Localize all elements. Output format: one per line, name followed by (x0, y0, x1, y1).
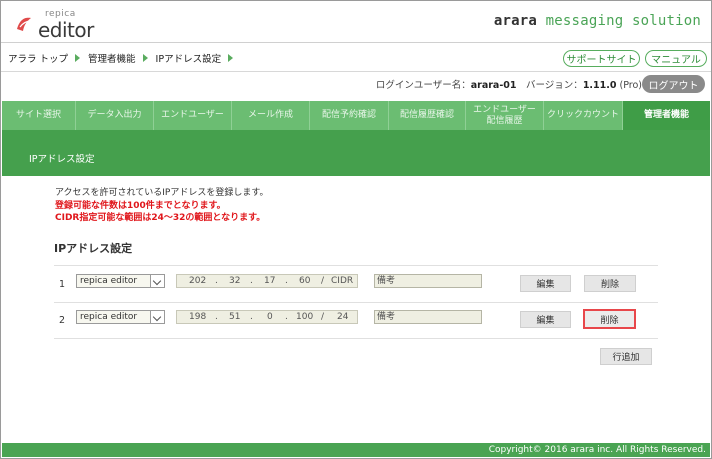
ip-address-input[interactable]: 198 . 51 . 0 . 100 / 24 (176, 310, 358, 324)
breadcrumb-arrow-icon (75, 54, 81, 62)
footer-copyright: Copyright© 2016 arara inc. All Rights Re… (2, 443, 710, 457)
ip-slash: / (321, 312, 325, 322)
intro-line-3: CIDR指定可能な範囲は24～32の範囲となります。 (55, 213, 266, 223)
login-username: arara-01 (470, 80, 517, 91)
intro-line-1: アクセスを許可されているIPアドレスを登録します。 (55, 188, 269, 198)
window-frame (0, 0, 712, 459)
edition-label: (Pro) (616, 80, 643, 91)
intro-line-2: 登録可能な件数は100件までとなります。 (55, 200, 226, 211)
tab-click-count[interactable]: クリックカウント (544, 101, 623, 130)
site-select[interactable]: repica editor (76, 310, 165, 324)
tab-site-select[interactable]: サイト選択 (2, 101, 76, 130)
subheader-bar: IPアドレス設定 (2, 130, 710, 176)
version-number: 1.11.0 (582, 80, 617, 91)
manual-button[interactable]: マニュアル (645, 50, 707, 67)
tab-end-user[interactable]: エンドユーザー (154, 101, 232, 130)
site-select-value: repica editor (80, 276, 138, 286)
logo-big-text: editor (38, 18, 94, 42)
ip-dot: . (215, 312, 218, 322)
add-row-button[interactable]: 行追加 (600, 348, 652, 365)
chevron-down-icon[interactable] (150, 275, 164, 287)
breadcrumb-arrow-icon (228, 54, 234, 62)
tab-delivery-reserve[interactable]: 配信予約確認 (310, 101, 389, 130)
repica-editor-logo[interactable]: repica editor (15, 9, 105, 42)
tab-admin[interactable]: 管理者機能 (623, 101, 710, 130)
user-info: ログインユーザー名：arara-01 バージョン：1.11.0 (Pro) (376, 77, 642, 91)
ip-dot: . (285, 312, 288, 322)
tab-delivery-history[interactable]: 配信履歴確認 (389, 101, 466, 130)
ip-slash: / (321, 276, 325, 286)
ip-dot: . (250, 276, 253, 286)
ip-octet-3[interactable]: 0 (267, 312, 273, 322)
edit-button[interactable]: 編集 (520, 311, 571, 328)
ip-octet-1[interactable]: 198 (189, 312, 206, 322)
brand-arara: arara (493, 13, 538, 29)
main-nav: サイト選択 データ入出力 エンドユーザー メール作成 配信予約確認 配信履歴確認… (2, 101, 710, 130)
tab-enduser-history[interactable]: エンドユーザー 配信履歴 (466, 101, 544, 130)
ip-octet-4[interactable]: 60 (299, 276, 310, 286)
breadcrumb-item-top[interactable]: アララ トップ (8, 51, 68, 65)
ip-octet-3[interactable]: 17 (264, 276, 275, 286)
delete-button[interactable]: 削除 (584, 275, 636, 292)
ip-cidr[interactable]: CIDR (331, 276, 353, 286)
tab-mail-create[interactable]: メール作成 (232, 101, 310, 130)
ip-dot: . (215, 276, 218, 286)
intro-text: アクセスを許可されているIPアドレスを登録します。 登録可能な件数は100件まで… (55, 187, 268, 225)
ip-octet-4[interactable]: 100 (296, 312, 313, 322)
breadcrumb-arrow-icon (142, 54, 148, 62)
breadcrumb-item-ip: IPアドレス設定 (155, 54, 222, 65)
edit-button[interactable]: 編集 (520, 275, 571, 292)
site-select[interactable]: repica editor (76, 274, 165, 288)
ip-address-input[interactable]: 202 . 32 . 17 . 60 / CIDR (176, 274, 358, 288)
logout-button[interactable]: ログアウト (642, 75, 705, 93)
breadcrumb: アララ トップ 管理者機能 IPアドレス設定 (8, 51, 241, 65)
ip-dot: . (250, 312, 253, 322)
ip-octet-1[interactable]: 202 (189, 276, 206, 286)
memo-input[interactable]: 備考 (374, 274, 482, 288)
brand-messaging-solution: messaging solution (537, 13, 701, 29)
delete-button[interactable]: 削除 (583, 309, 636, 329)
ip-octet-2[interactable]: 32 (229, 276, 240, 286)
tab-data-io[interactable]: データ入出力 (76, 101, 154, 130)
site-select-value: repica editor (80, 312, 138, 322)
ip-dot: . (285, 276, 288, 286)
row-number: 2 (59, 315, 66, 326)
version-label: バージョン： (516, 80, 583, 91)
login-label: ログインユーザー名： (375, 80, 471, 91)
table-row: 2 repica editor 198 . 51 . 0 . 100 / 24 … (54, 302, 658, 339)
app-header: repica editor arara messaging solution (1, 1, 711, 43)
support-site-button[interactable]: サポートサイト (563, 50, 640, 67)
table-row: 1 repica editor 202 . 32 . 17 . 60 / CID… (54, 265, 658, 303)
chevron-down-icon[interactable] (150, 311, 164, 323)
arara-brand-logo: arara messaging solution (494, 13, 701, 29)
memo-input[interactable]: 備考 (374, 310, 482, 324)
breadcrumb-item-admin[interactable]: 管理者機能 (88, 51, 136, 65)
ip-octet-2[interactable]: 51 (229, 312, 240, 322)
ip-cidr[interactable]: 24 (337, 312, 348, 322)
row-number: 1 (59, 279, 66, 290)
page-title: IPアドレス設定 (29, 154, 95, 165)
section-title: IPアドレス設定 (54, 242, 133, 255)
header-divider (1, 71, 711, 72)
repica-logo-icon (17, 17, 32, 31)
